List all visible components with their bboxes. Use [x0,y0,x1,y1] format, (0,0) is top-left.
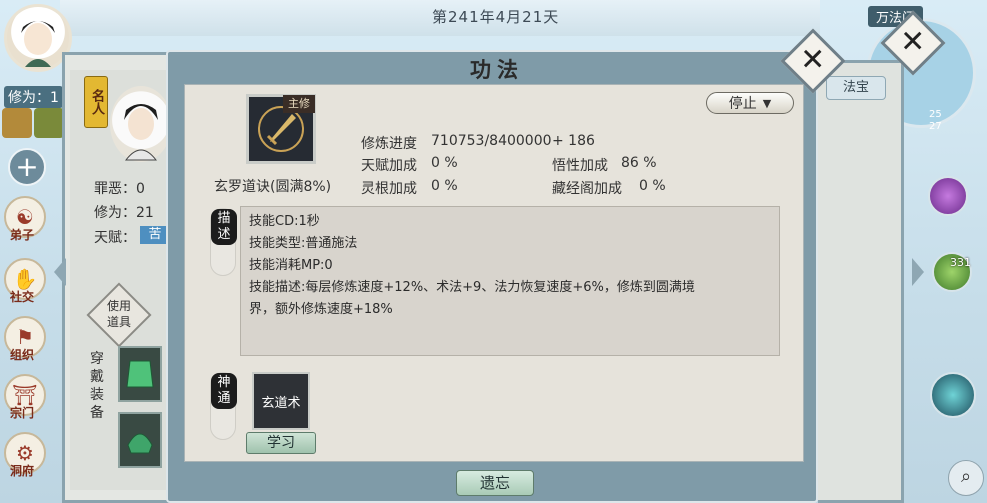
close-icon: ✕ [900,24,926,60]
divine-skill-slot[interactable]: 玄道术 [252,372,310,430]
tab-treasure[interactable]: 法宝 [826,76,886,100]
skill-name: 玄罗道诀(圆满8%) [214,179,332,195]
nav-item-cave[interactable]: ⚙ 洞府 [4,432,46,478]
equip-slot-armor[interactable] [118,346,162,402]
progress-value: 710753/8400000 [431,133,552,149]
back-panel-right [818,60,904,503]
talent-bonus-value: 0 % [431,155,458,171]
progress-bonus: + 186 [552,133,595,149]
progress-label: 修炼进度 [361,136,417,152]
spirit-root-bonus-label: 灵根加成 [361,181,417,197]
desc-label: 描述 [211,209,237,245]
character-portrait-icon [124,104,158,161]
spirit-root-bonus-value: 0 % [431,178,458,194]
herb-item-icon[interactable] [34,108,64,138]
description-box: 技能CD:1秒 技能类型:普通施法 技能消耗MP:0 技能描述:每层修炼速度+1… [240,206,780,356]
skill-orb-icon[interactable] [930,372,976,418]
forget-button[interactable]: 遗忘 [456,470,534,496]
page-left-arrow-icon[interactable] [54,258,66,286]
nav-item-organization[interactable]: ⚑ 组织 [4,316,46,362]
talent-bonus-label: 天赋加成 [361,158,417,174]
zoom-icon[interactable]: ⌕ [948,460,984,496]
nav-item-sect[interactable]: ⛩ 宗门 [4,374,46,420]
player-portrait-icon [21,21,55,67]
description-line: 技能CD:1秒 [249,214,320,229]
comprehension-bonus-value: 86 % [621,155,657,171]
spirit-orb-icon[interactable] [928,176,968,216]
desc-pill: 描述 [210,208,237,276]
use-item-label: 使用道具 [106,299,131,329]
equip-slot-helmet[interactable] [118,412,162,468]
item-count: 331 [950,256,971,269]
description-line: 技能类型:普通施法 [249,236,358,251]
comprehension-bonus-label: 悟性加成 [552,158,608,174]
inventory-item-icon[interactable] [2,108,32,138]
nav-item-social[interactable]: ✋ 社交 [4,258,46,304]
stat-talent: 天赋： [94,230,136,246]
chevron-down-icon: ▼ [762,96,772,110]
stop-dropdown[interactable]: 停止 ▼ [706,92,794,114]
armor-icon [126,360,154,388]
nav-item-disciple[interactable]: ☯ 弟子 [4,196,46,242]
divine-label: 神通 [211,373,237,409]
description-line: 界，额外修炼速度+18% [249,302,393,317]
learn-button[interactable]: 学习 [246,432,316,454]
game-date: 第241年4月21天 [432,8,560,26]
helmet-icon [127,433,153,454]
cultivation-label: 修为：1 [4,86,63,108]
description-line: 技能描述:每层修炼速度+12%、术法+9、法力恢复速度+6%，修炼到圆满境 [249,280,695,295]
map-number: 27 [929,121,942,132]
stop-label: 停止 [728,96,757,112]
description-line: 技能消耗MP:0 [249,258,333,273]
dialog-title: 功法 [470,57,524,82]
character-avatar [110,86,172,162]
main-cultivation-badge: 主修 [283,95,315,113]
add-button[interactable]: + [8,148,46,186]
stat-cultivation: 修为：21 [94,205,154,221]
stat-sin: 罪恶：0 [94,181,145,197]
page-right-arrow-icon[interactable] [912,258,924,286]
name-tag: 名人 [84,76,108,128]
library-bonus-value: 0 % [639,178,666,194]
description-text: 技能CD:1秒 技能类型:普通施法 技能消耗MP:0 技能描述:每层修炼速度+1… [249,211,695,321]
close-icon: ✕ [800,42,826,78]
library-bonus-label: 藏经阁加成 [552,181,622,197]
map-number: 25 [929,109,942,120]
equip-label: 穿戴装备 [90,351,104,421]
divine-pill: 神通 [210,372,237,440]
